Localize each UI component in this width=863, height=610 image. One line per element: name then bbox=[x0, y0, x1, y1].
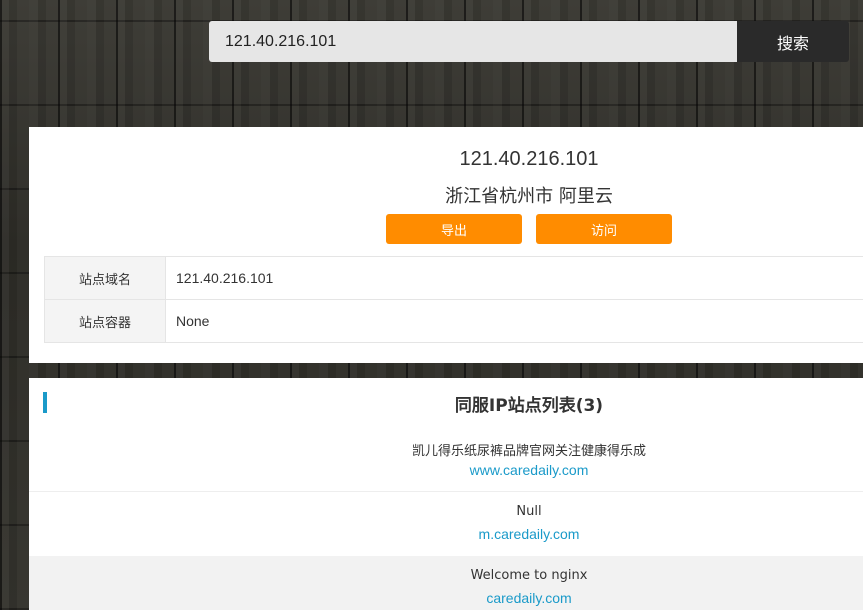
site-container-value: None bbox=[165, 299, 863, 343]
ip-info-panel: 121.40.216.101 浙江省杭州市 阿里云 导出 访问 站点域名 121… bbox=[29, 127, 863, 363]
list-item: 凯儿得乐纸尿裤品牌官网关注健康得乐成 www.caredaily.com bbox=[29, 428, 863, 492]
site-domain-value: 121.40.216.101 bbox=[165, 256, 863, 300]
ip-location: 浙江省杭州市 阿里云 bbox=[445, 186, 613, 207]
site-domain-link[interactable]: m.caredaily.com bbox=[29, 526, 863, 542]
list-item: Welcome to nginx caredaily.com bbox=[29, 556, 863, 610]
table-row: 站点容器 None bbox=[44, 299, 863, 343]
site-domain-link[interactable]: caredaily.com bbox=[29, 590, 863, 606]
export-button[interactable]: 导出 bbox=[386, 214, 522, 244]
site-title: 凯儿得乐纸尿裤品牌官网关注健康得乐成 bbox=[411, 444, 646, 459]
site-domain-label: 站点域名 bbox=[44, 256, 166, 300]
table-row: 站点域名 121.40.216.101 bbox=[44, 256, 863, 300]
site-info-table: 站点域名 121.40.216.101 站点容器 None bbox=[44, 256, 863, 343]
list-item: Null m.caredaily.com bbox=[29, 492, 863, 556]
site-container-label: 站点容器 bbox=[44, 299, 166, 343]
site-title: Null bbox=[516, 504, 542, 519]
search-bar: 搜索 bbox=[209, 21, 849, 62]
ip-address-title: 121.40.216.101 bbox=[459, 148, 599, 170]
same-ip-site-list-panel: 同服IP站点列表(3) 凯儿得乐纸尿裤品牌官网关注健康得乐成 www.cared… bbox=[29, 378, 863, 610]
visit-button[interactable]: 访问 bbox=[536, 214, 672, 244]
search-input[interactable] bbox=[209, 21, 737, 62]
search-button[interactable]: 搜索 bbox=[737, 21, 849, 62]
site-domain-link[interactable]: www.caredaily.com bbox=[29, 462, 863, 478]
site-title: Welcome to nginx bbox=[470, 568, 588, 583]
site-list-title: 同服IP站点列表(3) bbox=[454, 396, 604, 416]
